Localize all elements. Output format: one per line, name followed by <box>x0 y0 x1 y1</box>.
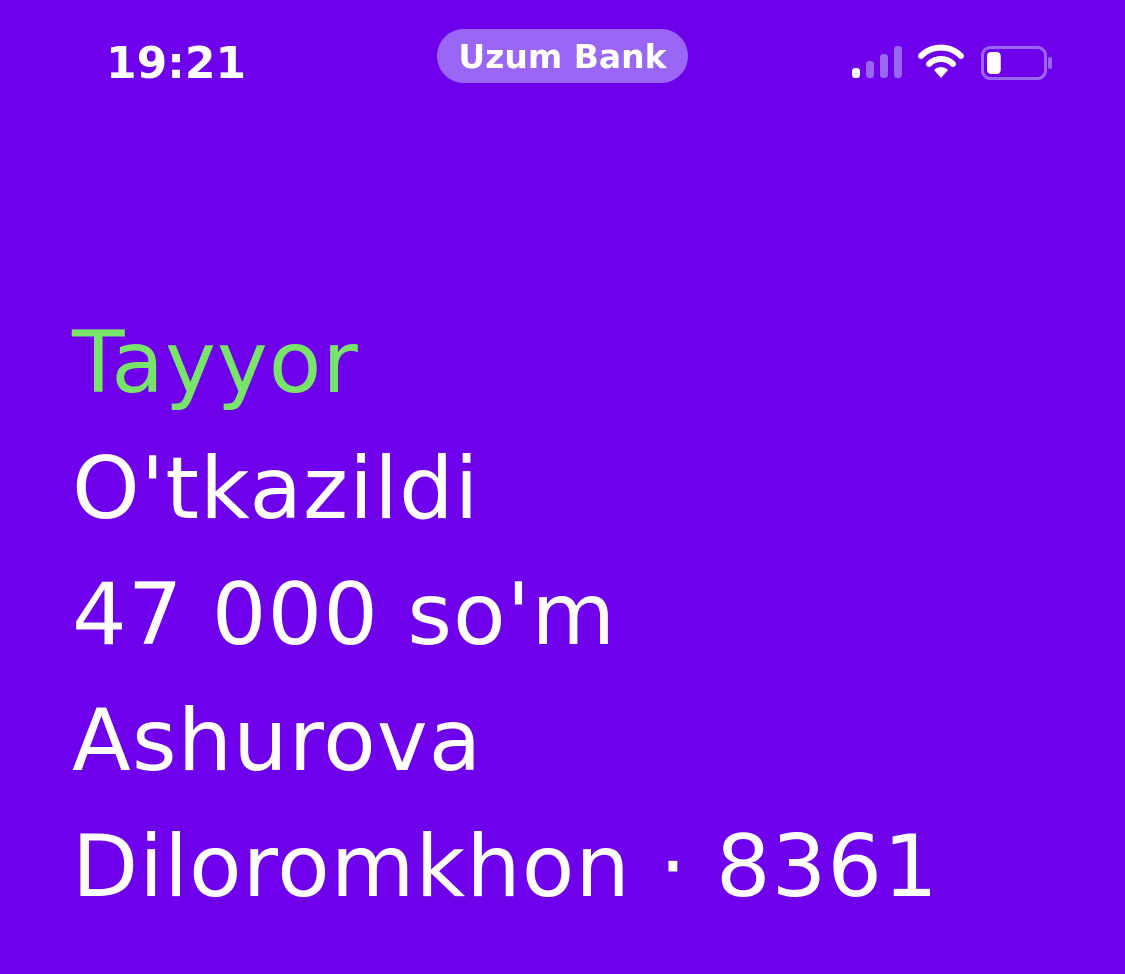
status-time: 19:21 <box>106 38 247 89</box>
wifi-icon <box>918 44 964 78</box>
battery-level-fill <box>987 52 1001 74</box>
recipient-last-name: Ashurova <box>72 691 483 791</box>
signal-bar-1 <box>852 68 860 78</box>
status-label: Tayyor <box>72 313 359 413</box>
transfer-result: Tayyor O'tkazildi 47 000 so'm Ashurova D… <box>72 300 1112 930</box>
recipient-name-and-card: Diloromkhon · 8361 <box>72 817 939 917</box>
cellular-signal-icon <box>852 46 904 78</box>
signal-bar-2 <box>866 61 874 78</box>
signal-bar-4 <box>894 46 902 78</box>
signal-bar-3 <box>880 54 888 78</box>
app-name-pill[interactable]: Uzum Bank <box>437 29 688 83</box>
battery-icon <box>981 46 1052 80</box>
transfer-amount: 47 000 so'm <box>72 565 617 665</box>
app-name-label: Uzum Bank <box>458 36 667 76</box>
status-bar: 19:21 Uzum Bank <box>0 0 1125 120</box>
transfer-title: O'tkazildi <box>72 439 480 539</box>
